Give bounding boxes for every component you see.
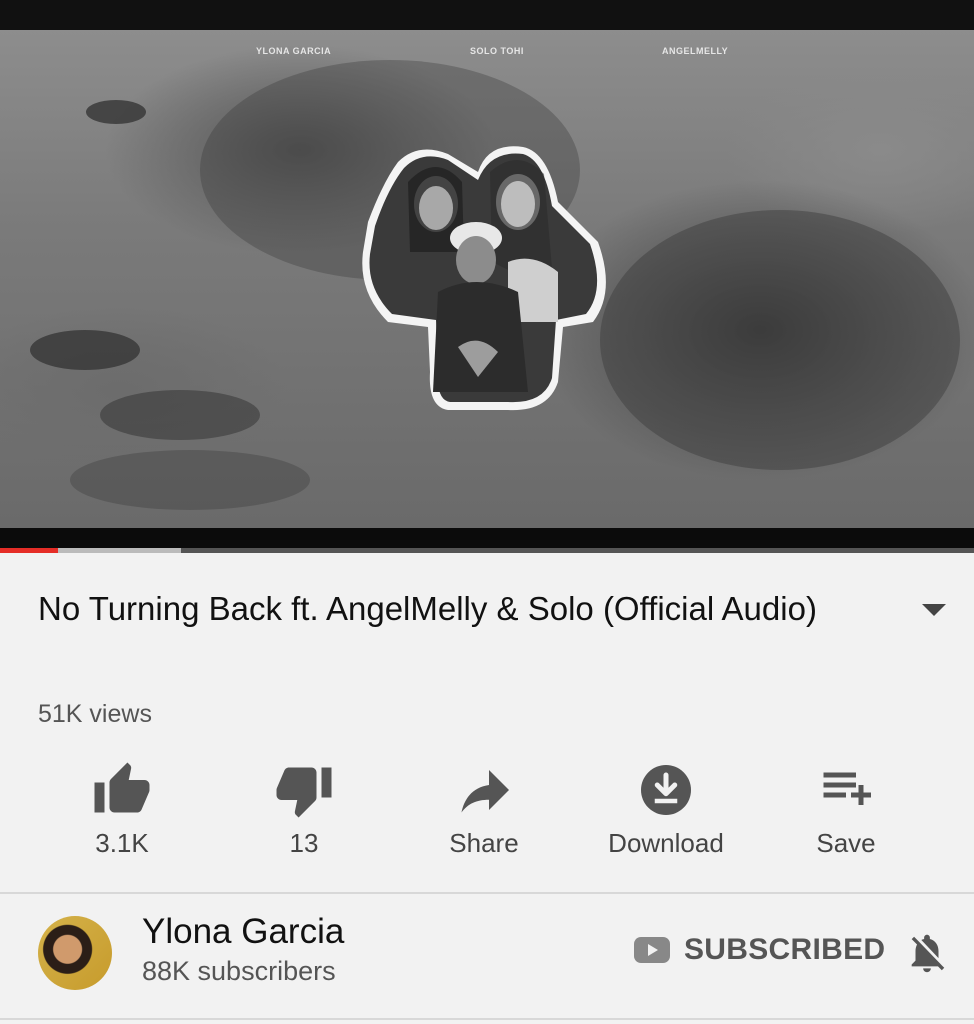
video-frame[interactable]: YLONA GARCIA SOLO TOHI ANGELMELLY	[0, 30, 974, 528]
youtube-logo-icon	[634, 937, 670, 963]
video-title: No Turning Back ft. AngelMelly & Solo (O…	[38, 590, 817, 627]
channel-row: Ylona Garcia 88K subscribers SUBSCRIBED	[0, 894, 974, 1018]
credit-label: SOLO TOHI	[470, 46, 524, 56]
cloud-shape	[600, 210, 960, 470]
credit-label: YLONA GARCIA	[256, 46, 332, 56]
triangle-down-icon[interactable]	[920, 600, 948, 620]
player-top-bar	[0, 0, 974, 30]
video-player[interactable]: YLONA GARCIA SOLO TOHI ANGELMELLY	[0, 0, 974, 552]
divider	[0, 1018, 974, 1020]
notifications-off-icon[interactable]	[904, 930, 950, 976]
dislike-button[interactable]: 13	[214, 760, 394, 859]
cloud-shape	[70, 450, 310, 510]
like-count: 3.1K	[95, 828, 149, 858]
credit-label: ANGELMELLY	[662, 46, 729, 56]
progress-played	[0, 548, 59, 553]
dislike-count: 13	[289, 828, 319, 858]
thumb-down-icon	[276, 767, 332, 818]
player-bottom-bar	[0, 528, 974, 548]
share-label: Share	[449, 828, 519, 858]
progress-bar[interactable]	[0, 548, 974, 553]
save-label: Save	[816, 828, 876, 858]
cloud-shape	[100, 390, 260, 440]
cloud-shape	[86, 100, 146, 124]
download-button[interactable]: Download	[576, 760, 756, 859]
like-button[interactable]: 3.1K	[32, 760, 212, 859]
playlist-add-icon	[823, 772, 871, 805]
thumb-up-icon	[94, 762, 150, 813]
cloud-shape	[30, 330, 140, 370]
channel-avatar[interactable]	[38, 916, 112, 990]
save-button[interactable]: Save	[756, 760, 936, 859]
share-button[interactable]: Share	[394, 760, 574, 859]
subscriber-count: 88K subscribers	[142, 956, 336, 986]
subscribed-label: SUBSCRIBED	[684, 933, 886, 966]
artist-cutout-artwork	[362, 146, 606, 411]
channel-name[interactable]: Ylona Garcia	[142, 912, 344, 952]
view-count: 51K views	[38, 700, 152, 728]
download-label: Download	[608, 828, 724, 858]
download-icon	[641, 765, 691, 815]
share-icon	[461, 770, 509, 813]
action-row: 3.1K 13 Share Download Save	[32, 760, 942, 870]
subscribed-button[interactable]: SUBSCRIBED	[634, 930, 885, 970]
